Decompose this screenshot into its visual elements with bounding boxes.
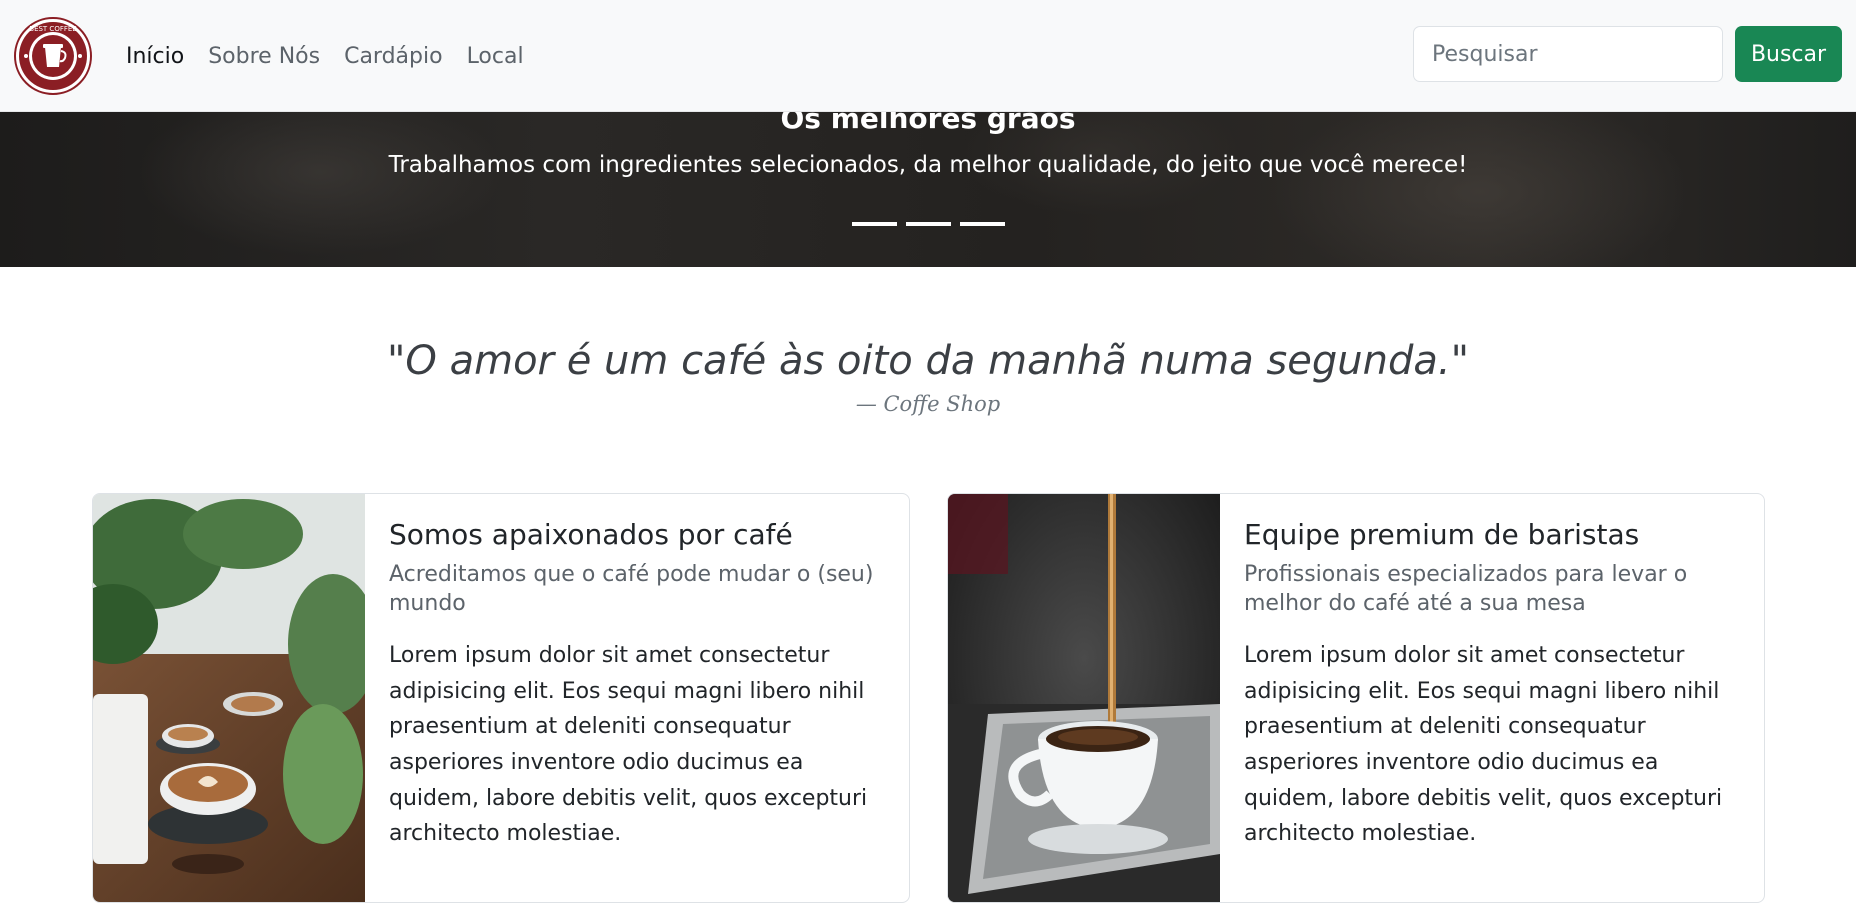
carousel-indicator-2[interactable] — [906, 222, 951, 226]
latte-cups-image — [93, 494, 365, 902]
nav-links: Início Sobre Nós Cardápio Local — [126, 0, 548, 112]
coffee-logo-icon: BEST COFFEE — [14, 17, 92, 95]
search-button[interactable]: Buscar — [1735, 26, 1842, 82]
hero-carousel: Os melhores grãos Trabalhamos com ingred… — [0, 112, 1856, 267]
card-title: Somos apaixonados por café — [389, 518, 793, 551]
hero-text: Trabalhamos com ingredientes selecionado… — [388, 152, 1468, 178]
search-input[interactable] — [1413, 26, 1723, 82]
card-subtitle: Profissionais especializados para levar … — [1244, 562, 1688, 616]
coffee-pouring-image — [948, 494, 1220, 902]
nav-link-inicio[interactable]: Início — [126, 44, 184, 69]
carousel-indicator-3[interactable] — [960, 222, 1005, 226]
card-coffee-passion: Somos apaixonados por café Acreditamos q… — [92, 493, 910, 903]
card-title: Equipe premium de baristas — [1244, 518, 1640, 551]
brand-logo[interactable]: BEST COFFEE — [14, 17, 92, 95]
card-body: Equipe premium de baristas Profissionais… — [1244, 518, 1744, 852]
quote-author: — Coffe Shop — [855, 392, 1001, 416]
card-text: Lorem ipsum dolor sit amet consectetur a… — [389, 643, 868, 847]
card-barista-team: Equipe premium de baristas Profissionais… — [947, 493, 1765, 903]
carousel-indicator-1[interactable] — [852, 222, 897, 226]
navbar: BEST COFFEE Início Sobre Nós Cardápio Lo… — [0, 0, 1856, 112]
card-subtitle: Acreditamos que o café pode mudar o (seu… — [389, 562, 874, 616]
nav-link-sobre-nos[interactable]: Sobre Nós — [208, 44, 320, 69]
nav-link-local[interactable]: Local — [467, 44, 524, 69]
card-text: Lorem ipsum dolor sit amet consectetur a… — [1244, 643, 1723, 847]
quote-text: "O amor é um café às oito da manhã numa … — [387, 338, 1469, 384]
card-body: Somos apaixonados por café Acreditamos q… — [389, 518, 889, 852]
nav-link-cardapio[interactable]: Cardápio — [344, 44, 442, 69]
hero-title: Os melhores grãos — [780, 112, 1076, 135]
svg-text:BEST COFFEE: BEST COFFEE — [29, 25, 76, 33]
